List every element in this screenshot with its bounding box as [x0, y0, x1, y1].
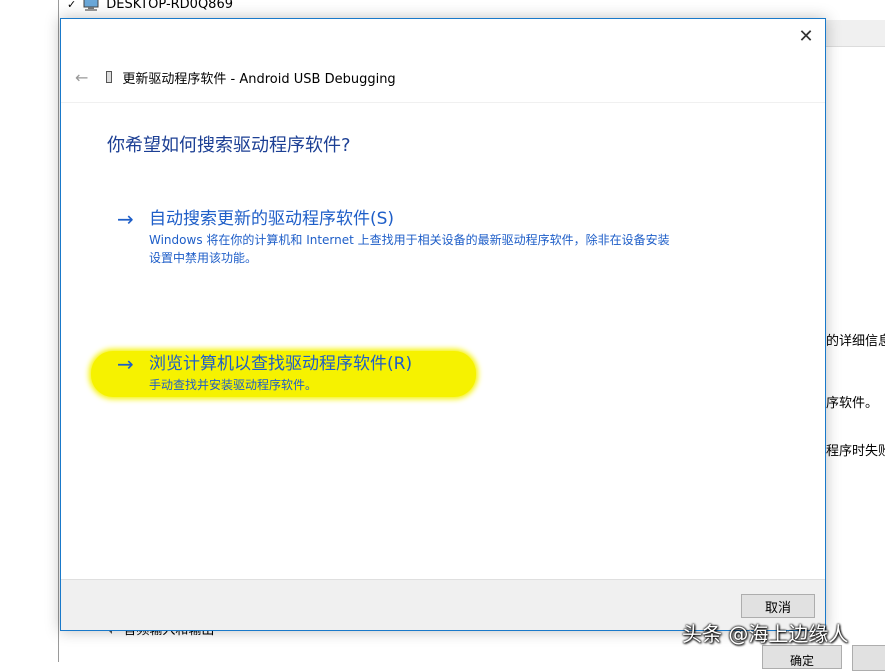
option-auto-search-title[interactable]: 自动搜索更新的驱动程序软件(S) — [149, 207, 679, 231]
option-browse-description: 手动查找并安装驱动程序软件。 — [149, 378, 318, 392]
option-auto-search-description: Windows 将在你的计算机和 Internet 上查找用于相关设备的最新驱动… — [149, 233, 670, 265]
watermark-text: 头条 @海上边缘人 — [682, 622, 849, 646]
arrow-right-icon: → — [117, 207, 134, 231]
back-arrow-icon[interactable]: ← — [75, 68, 88, 87]
properties-tab-strip — [826, 20, 885, 47]
dialog-title: 更新驱动程序软件 - Android USB Debugging — [122, 71, 396, 87]
option-browse-computer[interactable]: → 浏览计算机以查找驱动程序软件(R) 手动查找并安装驱动程序软件。 — [117, 352, 679, 394]
dialog-title-row: ← 更新驱动程序软件 - Android USB Debugging — [75, 67, 396, 87]
title-divider — [61, 102, 825, 103]
properties-text-2: 序软件。 — [826, 396, 879, 411]
chevron-down-icon[interactable]: ✓ — [67, 0, 76, 11]
computer-icon — [83, 0, 99, 11]
update-driver-dialog: ✕ ← 更新驱动程序软件 - Android USB Debugging 你希望… — [60, 18, 826, 631]
page-heading: 你希望如何搜索驱动程序软件? — [107, 135, 351, 156]
tree-item-computer-label: DESKTOP-RD0Q869 — [106, 0, 233, 12]
option-browse-title[interactable]: 浏览计算机以查找驱动程序软件(R) — [149, 352, 679, 376]
secondary-button[interactable] — [852, 645, 885, 671]
close-icon[interactable]: ✕ — [791, 23, 821, 49]
properties-text-3: 程序时失败 — [826, 444, 885, 459]
properties-text-1: 的详细信息 — [826, 334, 885, 349]
tree-item-computer[interactable]: ✓ DESKTOP-RD0Q869 — [67, 0, 233, 14]
option-auto-search[interactable]: → 自动搜索更新的驱动程序软件(S) Windows 将在你的计算机和 Inte… — [117, 207, 679, 267]
cancel-button[interactable]: 取消 — [741, 594, 815, 618]
ok-button[interactable]: 确定 — [762, 645, 842, 669]
arrow-right-icon: → — [117, 352, 134, 376]
usb-device-icon — [106, 71, 113, 83]
